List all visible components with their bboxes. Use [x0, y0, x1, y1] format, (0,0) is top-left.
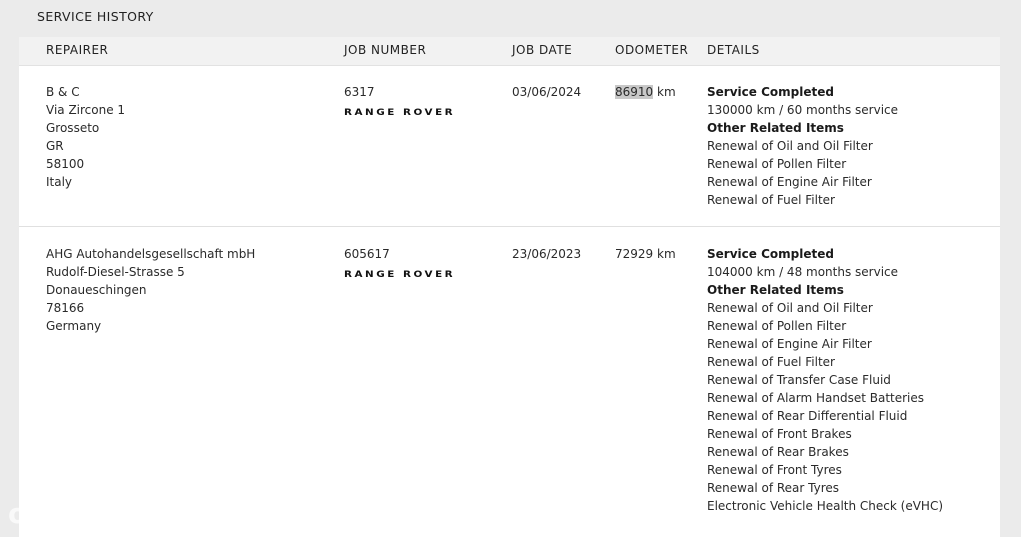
column-header-job-number: JOB NUMBER: [344, 43, 427, 57]
details-cell: Service Completed 130000 km / 60 months …: [707, 83, 898, 209]
table-row: B & C Via Zircone 1 Grosseto GR 58100 It…: [19, 66, 1000, 226]
watermark-logo: otomoto: [8, 497, 148, 530]
list-item: Renewal of Front Tyres: [707, 463, 842, 477]
list-item: Renewal of Engine Air Filter: [707, 175, 872, 189]
other-items-heading: Other Related Items: [707, 283, 844, 297]
repairer-address: B & C Via Zircone 1 Grosseto GR 58100 It…: [46, 85, 126, 189]
list-item: Renewal of Rear Tyres: [707, 481, 840, 495]
job-number: 605617: [344, 247, 390, 261]
odometer-value: 72929: [615, 247, 654, 261]
repairer-address: AHG Autohandelsgesellschaft mbH Rudolf-D…: [46, 247, 256, 333]
list-item: Renewal of Fuel Filter: [707, 355, 835, 369]
range-rover-logo: RANGE ROVER: [344, 270, 456, 280]
service-heading: Service Completed: [707, 85, 834, 99]
list-item: Renewal of Fuel Filter: [707, 193, 835, 207]
column-header-repairer: REPAIRER: [46, 43, 109, 57]
job-number: 6317: [344, 85, 375, 99]
service-heading: Service Completed: [707, 247, 834, 261]
details-cell: Service Completed 104000 km / 48 months …: [707, 245, 943, 515]
service-description: 104000 km / 48 months service: [707, 265, 899, 279]
list-item: Renewal of Transfer Case Fluid: [707, 373, 891, 387]
list-item: Electronic Vehicle Health Check (eVHC): [707, 499, 943, 513]
column-header-odometer: ODOMETER: [615, 43, 689, 57]
list-item: Renewal of Pollen Filter: [707, 319, 847, 333]
column-header-job-date: JOB DATE: [512, 43, 573, 57]
list-item: Renewal of Pollen Filter: [707, 157, 847, 171]
odometer-value: 86910: [615, 85, 654, 99]
job-number-cell: 6317 RANGE ROVER: [344, 83, 453, 122]
column-header-details: DETAILS: [707, 43, 760, 57]
job-date: 23/06/2023: [512, 247, 582, 261]
service-history-table: REPAIRER JOB NUMBER JOB DATE ODOMETER DE…: [19, 37, 1000, 537]
list-item: Renewal of Oil and Oil Filter: [707, 139, 873, 153]
list-item: Renewal of Front Brakes: [707, 427, 852, 441]
table-row: AHG Autohandelsgesellschaft mbH Rudolf-D…: [19, 227, 1000, 537]
odometer-cell: 86910 km: [615, 83, 676, 101]
other-items-heading: Other Related Items: [707, 121, 844, 135]
service-description: 130000 km / 60 months service: [707, 103, 899, 117]
table-header: REPAIRER JOB NUMBER JOB DATE ODOMETER DE…: [19, 37, 1000, 66]
list-item: Renewal of Rear Brakes: [707, 445, 849, 459]
odometer-unit: km: [657, 85, 676, 99]
job-number-cell: 605617 RANGE ROVER: [344, 245, 453, 284]
range-rover-logo: RANGE ROVER: [344, 108, 456, 118]
job-date: 03/06/2024: [512, 85, 582, 99]
odometer-unit: km: [657, 247, 676, 261]
odometer-cell: 72929 km: [615, 245, 676, 263]
list-item: Renewal of Engine Air Filter: [707, 337, 872, 351]
list-item: Renewal of Rear Differential Fluid: [707, 409, 908, 423]
list-item: Renewal of Alarm Handset Batteries: [707, 391, 925, 405]
section-title: SERVICE HISTORY: [37, 9, 154, 24]
list-item: Renewal of Oil and Oil Filter: [707, 301, 873, 315]
